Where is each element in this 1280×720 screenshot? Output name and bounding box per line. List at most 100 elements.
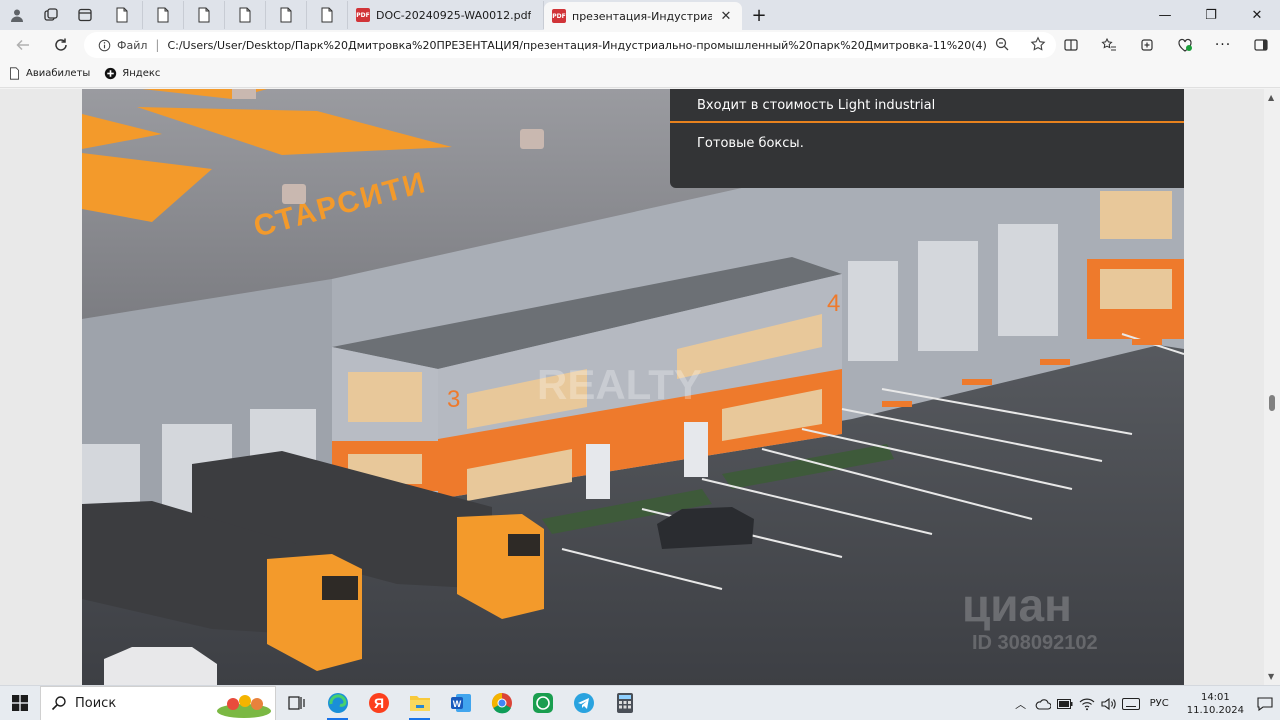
new-tab-button[interactable]: + [742, 1, 776, 29]
right-block-windows [1100, 191, 1172, 239]
tab-doc-pdf[interactable]: PDF DOC-20240925-WA0012.pdf [348, 1, 544, 29]
start-button[interactable] [0, 686, 40, 720]
task-view-button[interactable] [276, 686, 317, 720]
tab-actions-button[interactable] [68, 1, 102, 29]
taskbar-search[interactable]: Поиск [40, 685, 276, 720]
watermark-cian-id: ID 308092102 [972, 632, 1098, 654]
refresh-button[interactable] [42, 31, 80, 59]
truck-windshield [322, 576, 358, 600]
address-bar[interactable]: Файл | C:/Users/User/Desktop/Парк%20Дмит… [84, 32, 1056, 58]
pdf-icon: PDF [356, 8, 370, 22]
favorites-button[interactable] [1090, 31, 1128, 59]
task-view-icon [287, 696, 305, 710]
scroll-up-arrow-icon[interactable]: ▲ [1268, 93, 1274, 102]
roof-vent [282, 184, 306, 204]
scrollbar-thumb[interactable] [1269, 395, 1275, 411]
scroll-down-arrow-icon[interactable]: ▼ [1268, 672, 1274, 681]
tray-keyboard[interactable] [1121, 695, 1140, 713]
svg-text:W: W [452, 699, 461, 709]
tab-pinned-page-3[interactable] [184, 1, 225, 29]
page-icon [239, 7, 251, 23]
minimize-icon: — [1158, 7, 1172, 23]
taskbar-telegram[interactable] [563, 686, 604, 720]
split-screen-button[interactable] [1052, 31, 1090, 59]
tab-pinned-page-5[interactable] [266, 1, 307, 29]
notifications-button[interactable] [1256, 695, 1274, 713]
tray-volume[interactable] [1100, 695, 1118, 713]
page-icon [116, 7, 128, 23]
tab-pinned-page-6[interactable] [307, 1, 348, 29]
system-tray: ︿ РУС 14:01 11.10.2024 [1012, 686, 1280, 720]
taskbar-file-explorer[interactable] [399, 686, 440, 720]
battery-icon [1056, 698, 1073, 709]
tab-presentation-pdf[interactable]: PDF презентация-Индустриально-пр ✕ [544, 2, 742, 30]
parking-barrier [962, 379, 992, 385]
page-icon [321, 7, 333, 23]
tab-pinned-page-1[interactable] [102, 1, 143, 29]
windows-logo-icon [12, 695, 28, 711]
close-window-button[interactable]: ✕ [1234, 1, 1280, 29]
roof-vent [520, 129, 544, 149]
tray-onedrive[interactable] [1034, 695, 1052, 713]
taskbar-edge[interactable] [317, 686, 358, 720]
back-button[interactable] [4, 31, 42, 59]
search-icon [51, 696, 66, 711]
edge-browser-icon [327, 693, 348, 713]
toolbar-right: ··· [1052, 30, 1280, 60]
minimize-button[interactable]: — [1142, 1, 1188, 29]
site-info-button[interactable]: Файл [98, 39, 147, 52]
truck-windshield [508, 534, 540, 556]
taskbar-chrome[interactable] [481, 686, 522, 720]
url-text[interactable]: C:/Users/User/Desktop/Парк%20Дмитровка%2… [167, 39, 987, 52]
favorite-label: Авиабилеты [26, 68, 91, 79]
sidebar-toggle-button[interactable] [1242, 31, 1280, 59]
taskbar: Поиск Я W ︿ РУС 14:01 11.10.2024 [0, 685, 1280, 720]
tab-pinned-page-4[interactable] [225, 1, 266, 29]
maximize-button[interactable]: ❐ [1188, 1, 1234, 29]
sidebar-icon [1254, 39, 1268, 51]
pdf-viewer[interactable]: СТАРСИТИ 3 4 REALTY циан ID 308092102 Вх… [0, 89, 1280, 685]
close-icon: ✕ [1251, 7, 1263, 23]
favorite-aviabilety[interactable]: Авиабилеты [8, 67, 90, 80]
collections-button[interactable] [1128, 31, 1166, 59]
taskbar-word[interactable]: W [440, 686, 481, 720]
taskbar-yandex[interactable]: Я [358, 686, 399, 720]
speaker-icon [1101, 697, 1116, 710]
favorite-star-icon[interactable] [1030, 36, 1046, 52]
taskbar-whatsapp[interactable] [522, 686, 563, 720]
settings-more-button[interactable]: ··· [1204, 31, 1242, 59]
profile-button[interactable] [0, 1, 34, 29]
workspaces-button[interactable] [34, 1, 68, 29]
taskbar-clock[interactable]: 14:01 11.10.2024 [1179, 691, 1252, 717]
vertical-scrollbar[interactable]: ▲ ▼ [1264, 89, 1280, 685]
tab-close-button[interactable]: ✕ [718, 9, 734, 24]
zoom-icon[interactable] [994, 36, 1010, 52]
watermark-cian: циан [962, 579, 1072, 631]
active-app-indicator [327, 717, 348, 720]
info-line-included: Входит в стоимость Light industrial [670, 89, 1184, 123]
page-icon [10, 67, 19, 80]
tray-network[interactable] [1078, 695, 1096, 713]
notification-icon [1257, 696, 1273, 711]
taskbar-calculator[interactable] [604, 686, 645, 720]
calculator-icon [616, 693, 633, 713]
yandex-plus-icon [105, 67, 117, 80]
tab-pinned-page-2[interactable] [143, 1, 184, 29]
search-placeholder: Поиск [75, 695, 117, 711]
active-app-indicator [409, 717, 430, 720]
keyboard-icon [1121, 697, 1140, 710]
loading-gate [918, 241, 978, 351]
loading-gate [848, 261, 898, 361]
pdf-page: СТАРСИТИ 3 4 REALTY циан ID 308092102 Вх… [82, 89, 1184, 685]
parking-barrier [882, 401, 912, 407]
tray-overflow-button[interactable]: ︿ [1012, 695, 1030, 713]
refresh-icon [55, 38, 67, 51]
browser-essentials-button[interactable] [1166, 31, 1204, 59]
tab-title: презентация-Индустриально-пр [572, 9, 712, 23]
search-highlight-fruit-icon [217, 694, 271, 718]
building-number-4: 4 [827, 290, 840, 317]
input-language[interactable]: РУС [1144, 698, 1175, 709]
info-line-ready-boxes: Готовые боксы. [697, 135, 804, 151]
tray-battery[interactable] [1056, 695, 1074, 713]
favorite-yandex[interactable]: Яндекс [104, 67, 160, 80]
